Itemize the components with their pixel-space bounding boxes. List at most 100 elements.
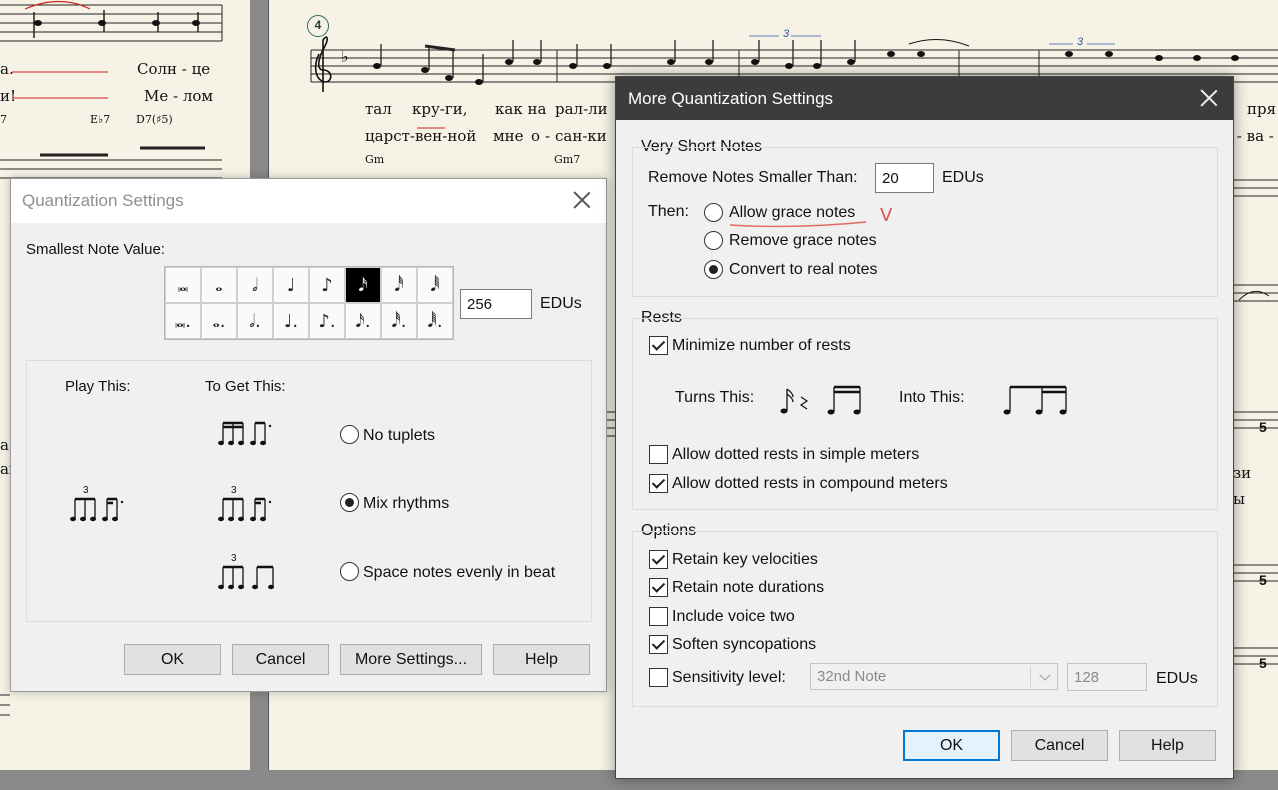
minimize-rests-label[interactable]: Minimize number of rests <box>672 337 851 355</box>
lyric: зи <box>1233 464 1252 482</box>
sensitivity-level-value: 32nd Note <box>817 668 887 685</box>
note-value-eighth[interactable]: ♪ <box>309 267 345 303</box>
retain-key-velocities-checkbox[interactable] <box>649 550 668 569</box>
no-tuplets-radio[interactable] <box>340 425 359 444</box>
allow-grace-notes-radio[interactable] <box>704 203 723 222</box>
edus-unit-label: EDUs <box>1156 670 1198 687</box>
chord-symbol: Gm7 <box>554 153 581 166</box>
lyric: как на <box>495 100 547 118</box>
soften-syncopations-checkbox[interactable] <box>649 635 668 654</box>
close-icon[interactable] <box>1199 88 1219 108</box>
smallest-note-label: Smallest Note Value: <box>26 241 165 258</box>
include-voice-two-label[interactable]: Include voice two <box>672 608 795 626</box>
note-value-half[interactable]: 𝅗𝅥 <box>237 267 273 303</box>
mix-rhythms-label[interactable]: Mix rhythms <box>363 495 449 513</box>
no-tuplets-label[interactable]: No tuplets <box>363 427 435 445</box>
space-evenly-radio[interactable] <box>340 562 359 581</box>
note-value-dotted-sixteenth[interactable]: 𝅘𝅥𝅯. <box>345 303 381 339</box>
chord-symbol: 7 <box>0 113 7 126</box>
note-value-dotted-whole[interactable]: 𝅝. <box>201 303 237 339</box>
quantization-settings-dialog: Quantization Settings Smallest Note Valu… <box>10 178 607 692</box>
sensitivity-level-select[interactable]: 32nd Note <box>810 663 1058 690</box>
help-button[interactable]: Help <box>493 644 590 675</box>
lyric: рал-ли <box>555 100 608 118</box>
lyric: - <box>545 127 551 145</box>
note-value-dotted-double-whole[interactable]: 𝅜. <box>165 303 201 339</box>
svg-text:5: 5 <box>1259 419 1267 435</box>
svg-text:5: 5 <box>1259 572 1267 588</box>
ok-button[interactable]: OK <box>903 730 1000 761</box>
lyric: Солн - це <box>137 60 211 78</box>
cancel-button[interactable]: Cancel <box>1011 730 1108 761</box>
cancel-button[interactable]: Cancel <box>232 644 329 675</box>
annotation-scribble: V <box>729 205 893 228</box>
remove-notes-input[interactable] <box>875 163 934 193</box>
tuplet-number: 3 <box>231 485 237 496</box>
triplet-mark: 3 <box>783 28 790 40</box>
remove-grace-notes-radio[interactable] <box>704 231 723 250</box>
close-icon[interactable] <box>572 190 592 210</box>
chevron-down-icon[interactable] <box>1039 669 1051 681</box>
chord-symbol: E♭7 <box>90 113 111 126</box>
lyric: а <box>0 436 9 454</box>
lyric: о <box>531 127 541 145</box>
note-value-whole[interactable]: 𝅝 <box>201 267 237 303</box>
remove-notes-label: Remove Notes Smaller Than: <box>648 169 858 186</box>
edus-input[interactable] <box>460 289 532 319</box>
soften-syncopations-label[interactable]: Soften syncopations <box>672 636 816 654</box>
sensitivity-edus-input[interactable] <box>1067 663 1147 691</box>
lyric: и! <box>0 87 17 105</box>
note-value-dotted-half[interactable]: 𝅗𝅥. <box>237 303 273 339</box>
note-value-quarter[interactable]: ♩ <box>273 267 309 303</box>
tuplet-options-group: Play This: To Get This: 3 3 3 No tuplets… <box>26 360 592 622</box>
remove-grace-notes-label[interactable]: Remove grace notes <box>729 232 877 250</box>
retain-note-durations-checkbox[interactable] <box>649 578 668 597</box>
lyric: царст-вен-ной <box>365 127 477 145</box>
mix-rhythms-radio[interactable] <box>340 493 359 512</box>
space-evenly-label[interactable]: Space notes evenly in beat <box>363 564 555 582</box>
play-this-rhythm: 3 <box>70 485 124 522</box>
retain-key-velocities-label[interactable]: Retain key velocities <box>672 551 818 569</box>
sensitivity-level-label[interactable]: Sensitivity level: <box>672 669 786 687</box>
dialog-titlebar[interactable]: Quantization Settings <box>11 179 606 223</box>
chord-symbol: Gm <box>365 153 385 166</box>
convert-to-real-notes-label[interactable]: Convert to real notes <box>729 261 878 279</box>
then-label: Then: <box>648 203 689 220</box>
edus-unit-label: EDUs <box>942 169 984 186</box>
lyric: а. <box>0 60 14 78</box>
help-button[interactable]: Help <box>1119 730 1216 761</box>
lyric: сан-ки <box>555 127 607 145</box>
note-value-dotted-eighth[interactable]: ♪. <box>309 303 345 339</box>
more-settings-button[interactable]: More Settings... <box>340 644 482 675</box>
minimize-rests-checkbox[interactable] <box>649 336 668 355</box>
dialog-title: More Quantization Settings <box>628 88 834 108</box>
edus-unit-label: EDUs <box>540 295 582 312</box>
annotation-check-mark: V <box>880 205 893 226</box>
into-this-label: Into This: <box>899 389 965 406</box>
note-value-dotted-thirty-second[interactable]: 𝅘𝅥𝅰. <box>381 303 417 339</box>
ok-button[interactable]: OK <box>124 644 221 675</box>
svg-text:5: 5 <box>1259 655 1267 671</box>
note-value-double-whole[interactable]: 𝅜 <box>165 267 201 303</box>
include-voice-two-checkbox[interactable] <box>649 607 668 626</box>
lyric: кру-ги, <box>412 100 468 118</box>
dotted-rests-compound-checkbox[interactable] <box>649 474 668 493</box>
note-value-sixty-fourth[interactable]: 𝅘𝅥𝅱 <box>417 267 453 303</box>
note-value-dotted-quarter[interactable]: ♩. <box>273 303 309 339</box>
sensitivity-level-checkbox[interactable] <box>649 668 668 687</box>
dialog-titlebar[interactable]: More Quantization Settings <box>616 77 1233 120</box>
note-value-sixteenth[interactable]: 𝅘𝅥𝅯 <box>345 267 381 303</box>
select-divider <box>1030 666 1031 687</box>
retain-note-durations-label[interactable]: Retain note durations <box>672 579 824 597</box>
dotted-rests-compound-label[interactable]: Allow dotted rests in compound meters <box>672 475 948 493</box>
tuplet-number: 3 <box>231 553 237 564</box>
dotted-rests-simple-label[interactable]: Allow dotted rests in simple meters <box>672 446 919 464</box>
dotted-rests-simple-checkbox[interactable] <box>649 445 668 464</box>
no-tuplets-rhythm <box>218 421 272 446</box>
svg-text:♭: ♭ <box>341 47 349 66</box>
lyric: мне <box>493 127 524 145</box>
note-value-thirty-second[interactable]: 𝅘𝅥𝅰 <box>381 267 417 303</box>
turns-this-label: Turns This: <box>675 389 755 406</box>
convert-to-real-notes-radio[interactable] <box>704 260 723 279</box>
note-value-dotted-sixty-fourth[interactable]: 𝅘𝅥𝅱. <box>417 303 453 339</box>
